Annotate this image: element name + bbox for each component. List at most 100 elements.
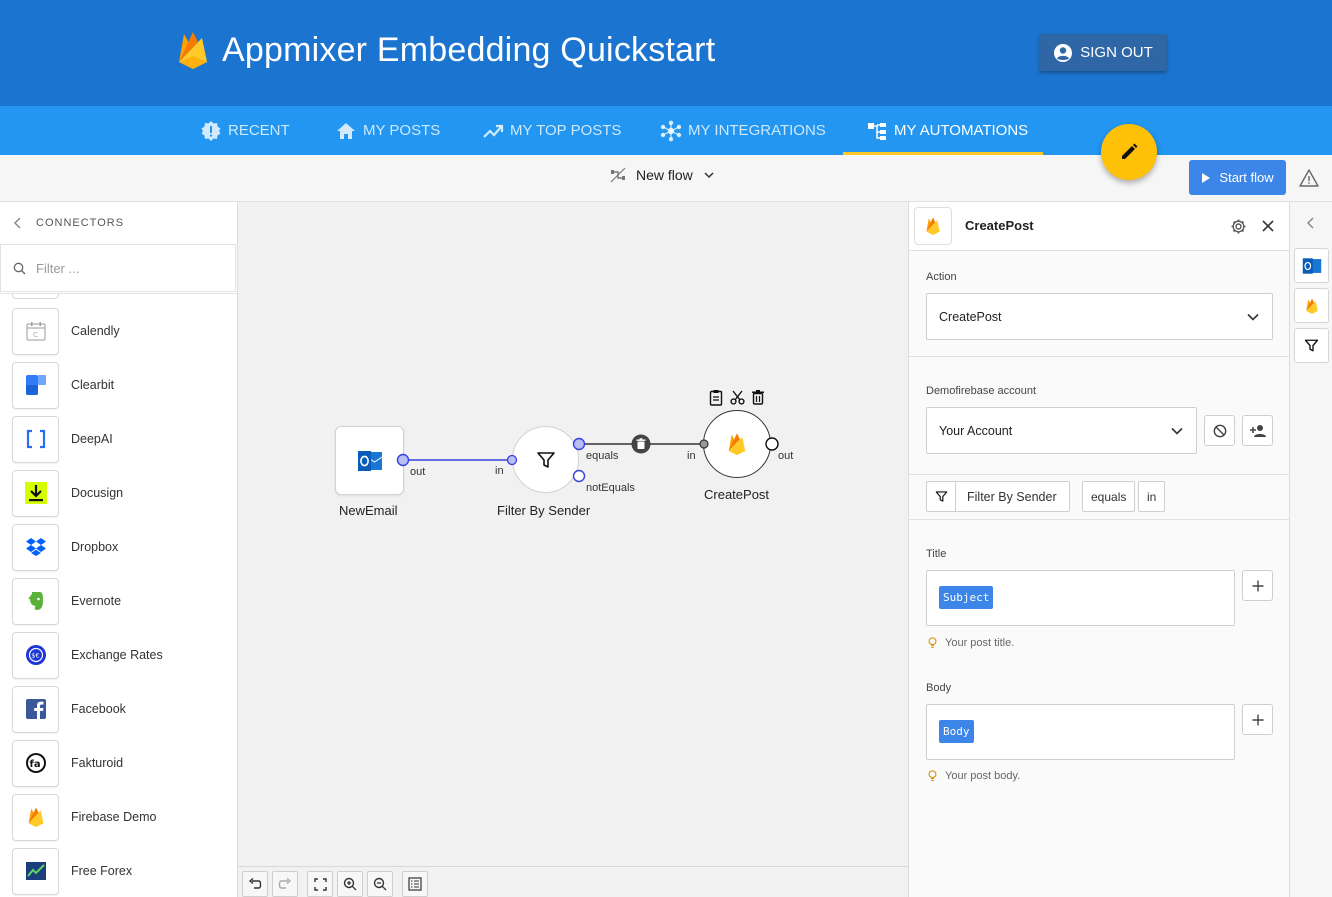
cut-icon[interactable] bbox=[730, 390, 745, 405]
connector-item-firebase-demo[interactable]: Firebase Demo bbox=[12, 793, 232, 841]
connector-name: Calendly bbox=[71, 324, 120, 338]
zoom-in-button[interactable] bbox=[337, 871, 363, 897]
calendly-icon: C bbox=[12, 307, 59, 355]
connector-item-dropbox[interactable]: Dropbox bbox=[12, 523, 232, 571]
redo-button[interactable] bbox=[272, 871, 298, 897]
port-in-createpost[interactable] bbox=[698, 438, 710, 450]
variable-tag[interactable]: Body bbox=[939, 720, 974, 743]
tab-my-posts[interactable]: MY POSTS bbox=[335, 106, 440, 155]
add-variable-button[interactable] bbox=[1242, 704, 1273, 735]
port-label-in: in bbox=[687, 450, 696, 462]
account-value: Your Account bbox=[939, 423, 1013, 438]
chevron-left-icon bbox=[13, 216, 21, 229]
firebase-logo-icon bbox=[179, 32, 207, 69]
fakturoid-icon: fa bbox=[12, 739, 59, 787]
remove-account-button[interactable] bbox=[1204, 415, 1235, 446]
clipboard-icon[interactable] bbox=[709, 389, 723, 406]
tab-my-integrations[interactable]: MY INTEGRATIONS bbox=[660, 106, 826, 155]
connector-item-exchange-rates[interactable]: $€ Exchange Rates bbox=[12, 631, 232, 679]
action-select[interactable]: CreatePost bbox=[926, 293, 1273, 340]
undo-icon bbox=[248, 878, 262, 889]
node-createpost[interactable] bbox=[703, 410, 771, 478]
variable-tag[interactable]: Subject bbox=[939, 586, 994, 609]
filter-icon bbox=[536, 451, 555, 468]
flow-stopped-icon bbox=[610, 167, 626, 183]
delete-icon[interactable] bbox=[751, 389, 765, 405]
home-icon bbox=[337, 122, 355, 139]
port-equals[interactable] bbox=[572, 437, 586, 451]
sign-out-label: SIGN OUT bbox=[1080, 44, 1153, 61]
body-hint: Your post body. bbox=[928, 770, 1020, 782]
port-not-equals[interactable] bbox=[572, 469, 586, 483]
source-component-label: Filter By Sender bbox=[967, 489, 1057, 504]
connector-item-facebook[interactable]: Facebook bbox=[12, 685, 232, 733]
start-flow-button[interactable]: Start flow bbox=[1189, 160, 1286, 195]
target-port-chip[interactable]: in bbox=[1138, 481, 1166, 512]
node-label: CreatePost bbox=[704, 487, 770, 502]
hint-text: Your post title. bbox=[945, 637, 1015, 649]
add-variable-button[interactable] bbox=[1242, 570, 1273, 601]
account-select[interactable]: Your Account bbox=[926, 407, 1197, 454]
target-port-label: in bbox=[1147, 489, 1157, 504]
chevron-left-icon[interactable] bbox=[1306, 217, 1316, 229]
tab-my-top-posts[interactable]: MY TOP POSTS bbox=[482, 106, 621, 155]
connector-item-evernote[interactable]: Evernote bbox=[12, 577, 232, 625]
connector-item-free-forex[interactable]: Free Forex bbox=[12, 847, 232, 895]
collapse-connectors-button[interactable] bbox=[0, 202, 36, 243]
fit-view-button[interactable] bbox=[307, 871, 333, 897]
close-icon[interactable] bbox=[1262, 220, 1274, 232]
hint-text: Your post body. bbox=[945, 770, 1021, 782]
connector-name: Facebook bbox=[71, 702, 126, 716]
rail-outlook-button[interactable] bbox=[1294, 248, 1329, 283]
connector-name: DeepAI bbox=[71, 432, 113, 446]
node-label: NewEmail bbox=[339, 503, 398, 518]
sign-out-button[interactable]: SIGN OUT bbox=[1039, 34, 1167, 71]
body-field[interactable]: Body bbox=[926, 704, 1235, 760]
svg-text:$€: $€ bbox=[31, 652, 39, 660]
source-port-chip[interactable]: equals bbox=[1082, 481, 1136, 512]
tab-label: MY INTEGRATIONS bbox=[688, 122, 826, 139]
connector-item-clearbit[interactable]: Clearbit bbox=[12, 361, 232, 409]
connector-item-fakturoid[interactable]: fa Fakturoid bbox=[12, 739, 232, 787]
node-filter-by-sender[interactable] bbox=[512, 426, 579, 493]
tab-my-automations[interactable]: MY AUTOMATIONS bbox=[866, 106, 1028, 155]
title-hint: Your post title. bbox=[928, 637, 1014, 649]
delete-link-button[interactable] bbox=[631, 434, 651, 454]
connector-name: Firebase Demo bbox=[71, 810, 157, 824]
account-label: Demofirebase account bbox=[926, 385, 1037, 397]
firebase-icon bbox=[12, 793, 59, 841]
gear-icon[interactable] bbox=[1230, 218, 1247, 235]
connector-item-partial[interactable] bbox=[12, 294, 59, 299]
divider bbox=[909, 356, 1289, 357]
flow-canvas[interactable]: NewEmail out Filter By Sender in equals … bbox=[238, 202, 908, 897]
port-label-out: out bbox=[410, 466, 426, 478]
components-rail bbox=[1289, 202, 1332, 897]
connector-item-deepai[interactable]: DeepAI bbox=[12, 415, 232, 463]
add-account-button[interactable] bbox=[1242, 415, 1273, 446]
connector-name: Evernote bbox=[71, 594, 122, 608]
undo-button[interactable] bbox=[242, 871, 268, 897]
warning-icon[interactable] bbox=[1299, 168, 1319, 188]
zoom-out-icon bbox=[373, 877, 387, 891]
connector-item-docusign[interactable]: Docusign bbox=[12, 469, 232, 517]
tab-recent[interactable]: RECENT bbox=[200, 106, 290, 155]
source-component-chip[interactable]: Filter By Sender bbox=[926, 481, 1070, 512]
zoom-out-button[interactable] bbox=[367, 871, 393, 897]
title-field[interactable]: Subject bbox=[926, 570, 1235, 626]
port-in-filter[interactable] bbox=[506, 454, 518, 466]
connector-item-calendly[interactable]: C Calendly bbox=[12, 307, 232, 355]
logs-button[interactable] bbox=[402, 871, 428, 897]
edit-fab-button[interactable] bbox=[1101, 124, 1157, 180]
page-title: Appmixer Embedding Quickstart bbox=[222, 31, 716, 69]
port-out-newemail[interactable] bbox=[396, 453, 410, 467]
flow-name-dropdown[interactable]: New flow bbox=[610, 167, 715, 183]
svg-text:C: C bbox=[33, 331, 38, 339]
evernote-icon bbox=[12, 577, 59, 625]
port-label-not-equals: notEquals bbox=[586, 482, 635, 494]
docusign-icon bbox=[12, 469, 59, 517]
rail-filter-button[interactable] bbox=[1294, 328, 1329, 363]
rail-firebase-button[interactable] bbox=[1294, 288, 1329, 323]
firebase-icon bbox=[728, 433, 746, 456]
node-newemail[interactable] bbox=[335, 426, 404, 495]
connector-filter-input[interactable] bbox=[36, 260, 216, 276]
